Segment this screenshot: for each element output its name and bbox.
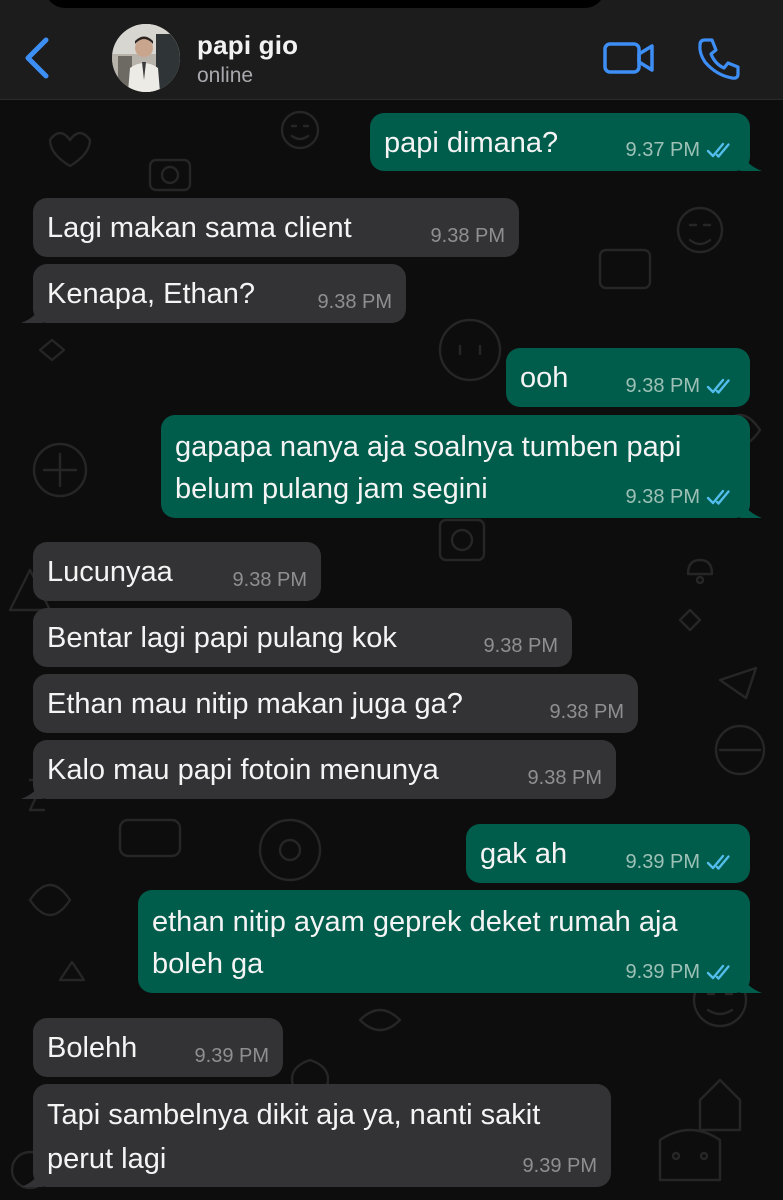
message-meta: 9.38 PM [431,225,505,247]
message-time: 9.37 PM [625,139,700,161]
message-meta: 9.39 PM [626,851,736,873]
message-text: Ethan mau nitip makan juga ga? [47,688,463,720]
message-meta: 9.39 PM [523,1155,597,1177]
message-time: 9.38 PM [527,767,602,789]
message-bubble-incoming[interactable]: Bentar lagi papi pulang kok 9.38 PM [33,608,572,667]
message-time: 9.38 PM [317,291,392,313]
message-list[interactable]: papi dimana? 9.37 PM Lagi makan sama cli… [0,100,783,1200]
message-text: papi dimana? [384,127,559,159]
message-time: 9.39 PM [522,1155,597,1177]
message-meta: 9.38 PM [484,635,558,657]
contact-status: online [197,64,254,87]
message-text: Bentar lagi papi pulang kok [47,622,397,654]
chevron-left-icon [25,37,49,79]
message-meta: 9.38 PM [528,767,602,789]
message-time: 9.38 PM [549,701,624,723]
message-bubble-incoming[interactable]: Kalo mau papi fotoin menunya 9.38 PM [21,740,616,799]
message-time: 9.39 PM [194,1045,269,1067]
message-bubble-incoming[interactable]: Lagi makan sama client 9.38 PM [33,198,519,257]
message-meta: 9.39 PM [626,961,736,983]
phone-icon [698,38,740,80]
message-bubble-outgoing[interactable]: papi dimana? 9.37 PM [370,113,762,171]
read-ticks-icon [706,489,730,505]
video-camera-icon [603,42,654,74]
message-meta: 9.38 PM [233,569,307,591]
chat-header: papi gio online [0,0,783,100]
message-bubble-outgoing[interactable]: ethan nitip ayam geprek deket rumah aja … [138,890,762,993]
message-time: 9.38 PM [232,569,307,591]
chat-screen: papi gio online papi dimana? 9.37 PM Lag… [0,0,783,1200]
message-bubble-outgoing[interactable]: ooh 9.38 PM [506,348,750,407]
message-time: 9.39 PM [625,851,700,873]
video-call-button[interactable] [602,38,656,78]
message-meta: 9.39 PM [195,1045,269,1067]
message-text: Lucunyaa [47,556,173,588]
message-meta: 9.38 PM [550,701,624,723]
message-text: Kalo mau papi fotoin menunya [47,754,439,786]
back-button[interactable] [18,34,58,82]
message-text: gak ah [480,838,568,870]
message-meta: 9.37 PM [626,139,736,161]
message-time: 9.38 PM [625,375,700,397]
message-bubble-incoming[interactable]: Tapi sambelnya dikit aja ya, nanti sakit… [21,1084,611,1187]
message-bubble-incoming[interactable]: Bolehh 9.39 PM [33,1018,283,1077]
message-bubble-outgoing[interactable]: gak ah 9.39 PM [466,824,750,883]
read-ticks-icon [706,378,730,394]
avatar[interactable] [112,24,180,92]
message-text: Kenapa, Ethan? [47,278,256,310]
message-text: ooh [520,362,569,394]
message-time: 9.38 PM [483,635,558,657]
message-text: Lagi makan sama client [47,212,352,244]
device-notch [45,0,605,8]
read-ticks-icon [706,142,730,158]
message-meta: 9.38 PM [626,375,736,397]
contact-name[interactable]: papi gio [197,30,298,61]
read-ticks-icon [706,964,730,980]
message-time: 9.38 PM [430,225,505,247]
message-bubble-incoming[interactable]: Ethan mau nitip makan juga ga? 9.38 PM [33,674,638,733]
message-time: 9.38 PM [625,486,700,508]
voice-call-button[interactable] [696,36,742,82]
message-meta: 9.38 PM [318,291,392,313]
message-bubble-incoming[interactable]: Lucunyaa 9.38 PM [33,542,321,601]
message-bubble-outgoing[interactable]: gapapa nanya aja soalnya tumben papi bel… [161,415,762,518]
message-text: Bolehh [47,1032,138,1064]
message-meta: 9.38 PM [626,486,736,508]
message-time: 9.39 PM [625,961,700,983]
read-ticks-icon [706,854,730,870]
message-bubble-incoming[interactable]: Kenapa, Ethan? 9.38 PM [21,264,406,323]
